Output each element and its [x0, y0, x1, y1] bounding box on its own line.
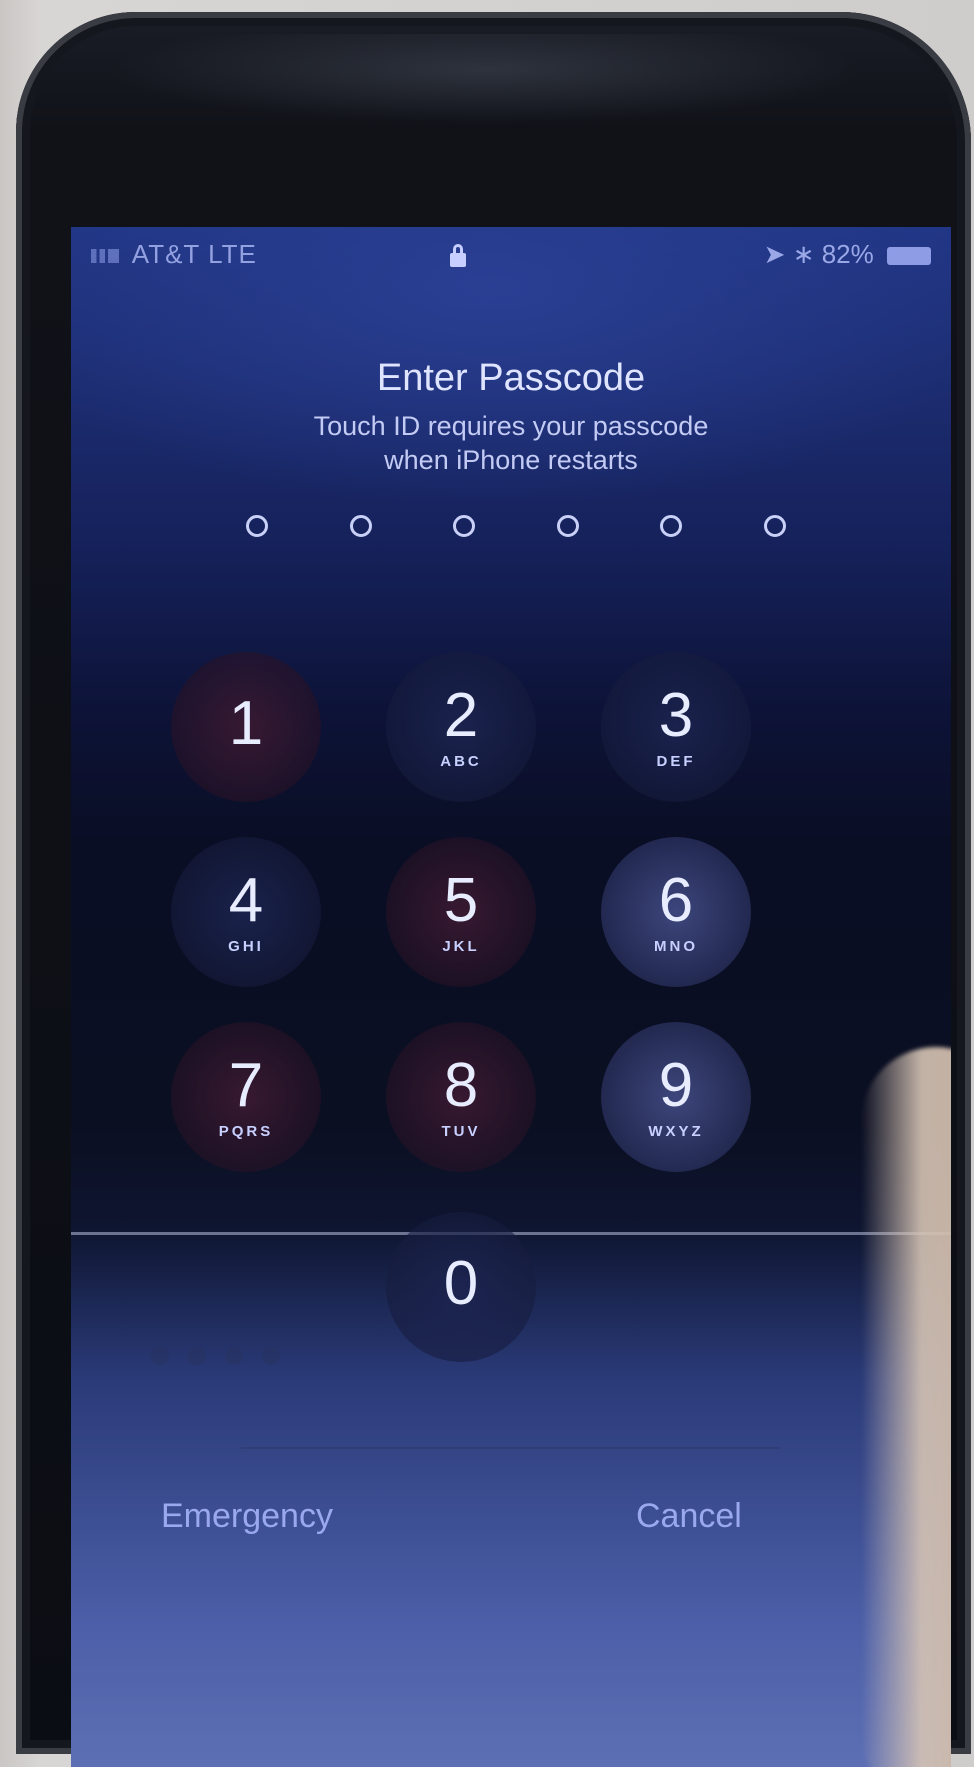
key-0[interactable]: 0 — [386, 1212, 536, 1362]
key-digit: 3 — [658, 680, 694, 750]
status-right: ➤ ∗ 82% — [764, 239, 931, 270]
reflection-icons — [151, 1347, 871, 1370]
key-8[interactable]: 8 TUV — [386, 1022, 536, 1172]
key-digit: 7 — [228, 1050, 264, 1120]
key-letters: JKL — [442, 937, 480, 955]
status-bar: AT&T LTE ➤ ∗ 82% — [71, 227, 951, 287]
key-letters: WXYZ — [648, 1122, 704, 1140]
carrier: AT&T — [131, 239, 200, 269]
key-1[interactable]: 1 — [171, 652, 321, 802]
lock-icon — [450, 244, 466, 267]
reflection-dot-icon — [262, 1347, 281, 1365]
key-6[interactable]: 6 MNO — [601, 837, 751, 987]
network-type: LTE — [208, 239, 257, 269]
passcode-dot — [453, 515, 476, 537]
key-digit: 5 — [443, 865, 479, 935]
status-left: AT&T LTE — [91, 239, 257, 270]
passcode-dots — [246, 515, 786, 537]
passcode-dot — [660, 515, 683, 537]
key-letters: ABC — [440, 752, 482, 770]
passcode-title: Enter Passcode — [376, 357, 646, 399]
key-7[interactable]: 7 PQRS — [171, 1022, 321, 1172]
key-digit: 8 — [443, 1050, 479, 1120]
key-letters: GHI — [228, 937, 264, 955]
subtitle-line-2: when iPhone restarts — [384, 445, 638, 475]
reflection-dot-icon — [151, 1347, 169, 1365]
key-digit: 1 — [228, 689, 264, 758]
reflection-rule — [241, 1447, 781, 1449]
key-digit: 6 — [658, 865, 694, 935]
bluetooth-icon: ∗ — [792, 239, 815, 269]
key-2[interactable]: 2 ABC — [386, 652, 536, 802]
reflection-overlay — [151, 1347, 871, 1577]
battery-icon — [887, 247, 931, 266]
passcode-dot — [763, 515, 786, 537]
key-9[interactable]: 9 WXYZ — [601, 1022, 751, 1172]
reflection-dot-icon — [225, 1347, 244, 1365]
status-center — [443, 239, 473, 270]
phone-body: AT&T LTE ➤ ∗ 82% Enter Passcode Touch ID… — [16, 12, 971, 1767]
finger-overlay — [861, 1047, 951, 1767]
key-letters: TUV — [441, 1122, 481, 1140]
passcode-subtitle: Touch ID requires your passcode when iPh… — [71, 409, 951, 477]
passcode-dot — [246, 515, 268, 537]
lock-screen: AT&T LTE ➤ ∗ 82% Enter Passcode Touch ID… — [71, 227, 951, 1767]
key-5[interactable]: 5 JKL — [386, 837, 536, 987]
key-digit: 4 — [228, 865, 264, 935]
key-4[interactable]: 4 GHI — [171, 837, 321, 987]
key-digit: 0 — [443, 1249, 479, 1318]
key-letters: DEF — [656, 752, 696, 770]
location-icon: ➤ — [763, 239, 786, 269]
signal-icon — [91, 249, 119, 264]
reflection-dot-icon — [188, 1347, 207, 1365]
cancel-button[interactable]: Cancel — [636, 1497, 742, 1536]
key-digit: 9 — [658, 1050, 694, 1120]
passcode-dot — [556, 515, 579, 537]
passcode-dot — [349, 515, 372, 537]
key-3[interactable]: 3 DEF — [601, 652, 751, 802]
glare — [106, 34, 866, 124]
key-letters: MNO — [654, 937, 698, 955]
emergency-button[interactable]: Emergency — [161, 1497, 333, 1536]
key-digit: 2 — [443, 680, 479, 750]
subtitle-line-1: Touch ID requires your passcode — [313, 411, 709, 441]
key-letters: PQRS — [218, 1122, 274, 1140]
battery-percent: 82% — [821, 239, 874, 269]
